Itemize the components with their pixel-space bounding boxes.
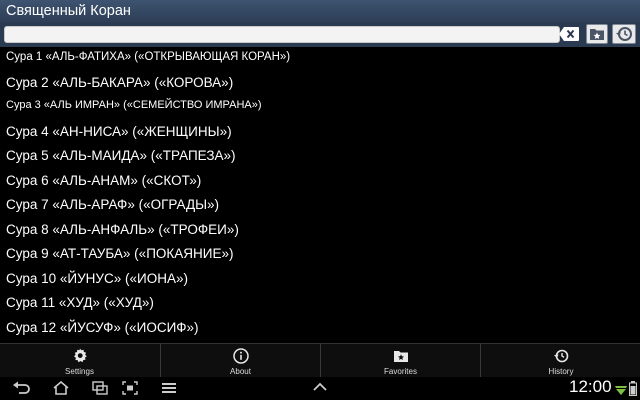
tab-label: History	[548, 367, 574, 376]
chevron-up-icon[interactable]	[312, 381, 328, 393]
title-bar: Священный Коран	[0, 0, 640, 23]
bottom-navigation: Settings About Favorites History	[0, 343, 640, 378]
app-title: Священный Коран	[6, 3, 131, 19]
tab-favorites[interactable]: Favorites	[320, 344, 480, 378]
search-bar	[0, 23, 640, 47]
list-item[interactable]: Сура 12 «ЙУСУФ» («ИОСИФ»)	[6, 320, 199, 335]
clear-icon	[559, 27, 579, 41]
list-item[interactable]: Сура 11 «ХУД» («ХУД»)	[6, 295, 154, 310]
list-item[interactable]: Сура 7 «АЛЬ-АРАФ» («ОГРАДЫ»)	[6, 197, 219, 212]
tab-label: About	[230, 367, 251, 376]
screenshot-icon[interactable]	[122, 381, 138, 395]
system-bar: 12:00	[0, 377, 640, 400]
history-icon	[554, 349, 569, 363]
list-item[interactable]: Сура 2 «АЛЬ-БАКАРА» («КОРОВА»)	[6, 75, 233, 90]
clock: 12:00	[569, 377, 612, 396]
back-icon[interactable]	[12, 381, 30, 395]
favorites-button[interactable]	[586, 24, 608, 44]
folder-star-icon	[393, 351, 408, 362]
gear-icon	[73, 348, 87, 363]
search-input[interactable]	[4, 26, 560, 43]
list-item[interactable]: Сура 6 «АЛЬ-АНАМ» («СКОТ»)	[6, 173, 201, 188]
list-item[interactable]: Сура 8 «АЛЬ-АНФАЛЬ» («ТРОФЕИ»)	[6, 222, 239, 237]
recent-apps-icon[interactable]	[91, 381, 109, 395]
info-icon	[232, 348, 249, 364]
tab-settings[interactable]: Settings	[0, 344, 159, 378]
tab-about[interactable]: About	[160, 344, 320, 378]
tab-label: Favorites	[384, 367, 417, 376]
list-item[interactable]: Сура 3 «АЛЬ ИМРАН» («СЕМЕЙСТВО ИМРАНА»)	[6, 99, 262, 111]
tab-label: Settings	[65, 367, 94, 376]
history-button[interactable]	[612, 24, 636, 44]
list-item[interactable]: Сура 5 «АЛЬ-МАИДА» («ТРАПЕЗА»)	[6, 148, 236, 163]
list-item[interactable]: Сура 9 «АТ-ТАУБА» («ПОКАЯНИЕ»)	[6, 246, 233, 261]
menu-icon[interactable]	[162, 381, 176, 395]
folder-star-icon	[590, 29, 604, 40]
history-icon	[616, 27, 632, 41]
tab-history[interactable]: History	[480, 344, 640, 378]
home-icon[interactable]	[52, 381, 70, 395]
list-item[interactable]: Сура 10 «ЙУНУС» («ИОНА»)	[6, 271, 188, 286]
list-item[interactable]: Сура 1 «АЛЬ-ФАТИХА» («ОТКРЫВАЮЩАЯ КОРАН»…	[6, 51, 290, 63]
sura-list: Сура 1 «АЛЬ-ФАТИХА» («ОТКРЫВАЮЩАЯ КОРАН»…	[0, 47, 640, 342]
clear-search-button[interactable]	[559, 27, 579, 41]
wifi-icon	[615, 386, 627, 395]
battery-icon	[629, 381, 637, 396]
list-item[interactable]: Сура 4 «АН-НИСА» («ЖЕНЩИНЫ»)	[6, 124, 232, 139]
